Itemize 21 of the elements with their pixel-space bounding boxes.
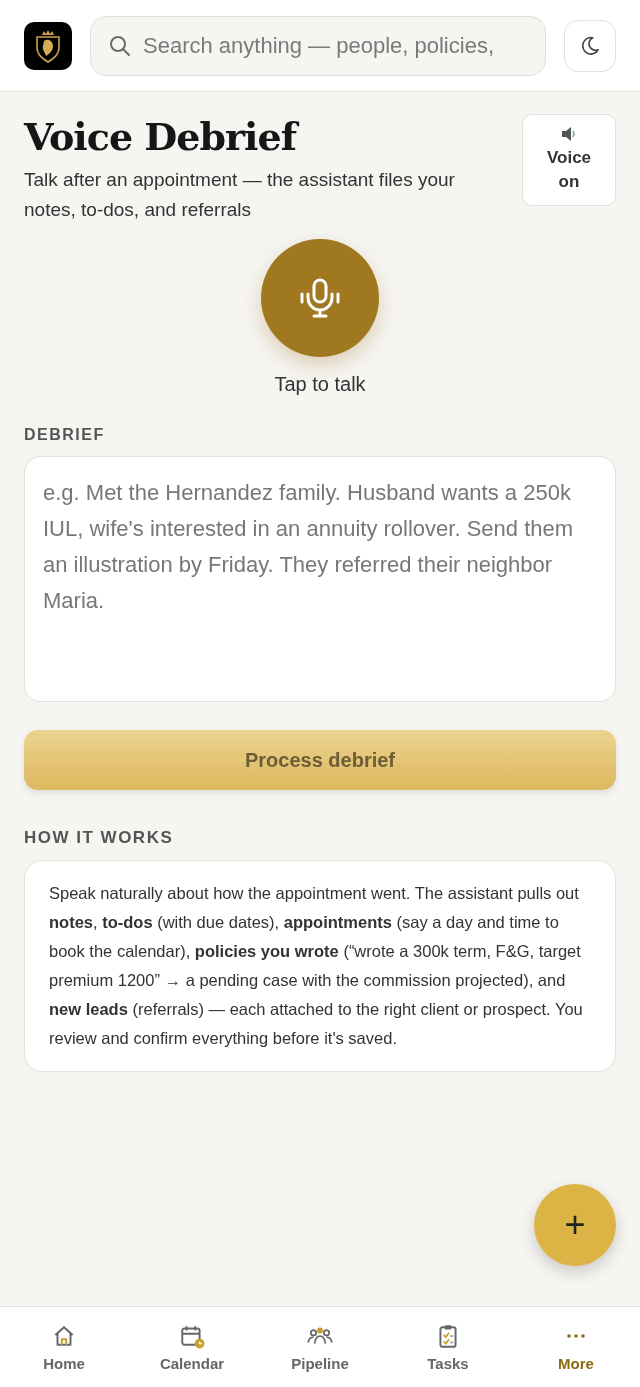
microphone-button[interactable] <box>261 239 379 357</box>
page-title: Voice Debrief <box>24 114 506 159</box>
search-field[interactable]: Search anything — people, policies, <box>90 15 546 76</box>
page-subtitle: Talk after an appointment — the assistant files your notes, to-dos, and referrals <box>24 168 456 222</box>
moon-icon <box>579 34 601 57</box>
nav-tab[interactable]: Tasks <box>384 1307 512 1387</box>
process-debrief-button[interactable]: Process debrief <box>24 730 616 790</box>
info-paragraph: Speak naturally about how the appointment went. The assistant pulls out notes, to-dos (with due dates), appointments (say a day and time to book the calendar), policies you wrote (“wrote a 300k term, F&G, target premium 1200” → a pending case with the commission projected), and new leads (referrals) — each attached to the right client or prospect. You review and confirm everything before it's saved. <box>49 883 584 1049</box>
nav-tab[interactable]: Pipeline <box>256 1307 384 1387</box>
nav-tab[interactable]: Calendar <box>128 1307 256 1387</box>
section-heading: HOW IT WORKS <box>24 828 175 848</box>
add-button[interactable]: + <box>534 1184 616 1266</box>
nav-tab[interactable]: More <box>512 1307 640 1387</box>
tap-to-talk-label: Tap to talk <box>274 373 366 396</box>
section-heading: DEBRIEF <box>24 426 106 444</box>
debrief-field[interactable]: e.g. Met the Hernandez family. Husband wants a 250k IUL, wife's interested in an annuity rollover. Send them an illustration by Friday. They referred their neighbor Maria. <box>24 456 616 702</box>
nav-tab[interactable]: Home <box>0 1307 128 1387</box>
theme-toggle-button[interactable] <box>564 19 616 72</box>
logo-icon <box>24 21 72 70</box>
speaker-icon <box>560 126 578 142</box>
voice-toggle-button[interactable]: Voice on <box>522 114 616 206</box>
